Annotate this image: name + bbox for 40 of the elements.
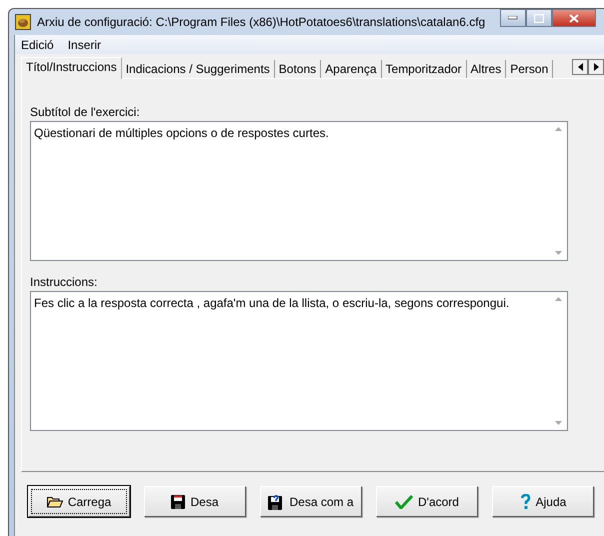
tab[interactable]: Indicacions / Suggeriments: [122, 60, 275, 78]
field-label: Subtítol de l'exercici:: [30, 105, 141, 119]
dialog-button[interactable]: Desa: [144, 486, 246, 517]
question-mark-icon: [520, 494, 531, 510]
maximize-icon: [534, 14, 544, 22]
text-area[interactable]: Qüestionari de múltiples opcions o de respostes curtes.: [30, 121, 568, 261]
checkmark-icon: [395, 494, 413, 508]
dialog-button[interactable]: D'acord: [376, 486, 478, 517]
minimize-icon: [508, 16, 518, 20]
text-value: Qüestionari de múltiples opcions o de respostes curtes.: [33, 125, 330, 142]
tab[interactable]: Aparença: [321, 60, 382, 78]
scroll-left-button[interactable]: [572, 59, 588, 75]
tab[interactable]: Títol/Instruccions: [21, 57, 122, 79]
right-triangle-icon: [594, 63, 598, 71]
tab[interactable]: Person: [506, 60, 554, 78]
dialog-button[interactable]: Desa com a: [260, 486, 362, 517]
dialog-button[interactable]: Carrega: [28, 486, 130, 517]
text-area[interactable]: Fes clic a la resposta correcta , agafa'm una de la llista, o escriu-la, segons correspongui.: [30, 291, 568, 431]
app-icon: [15, 14, 31, 30]
left-triangle-icon: [578, 63, 582, 71]
tab[interactable]: Temporitzador: [382, 60, 467, 78]
scroll-right-button[interactable]: [588, 59, 604, 75]
minimize-button[interactable]: [500, 9, 526, 27]
close-button[interactable]: [552, 9, 596, 27]
up-arrow-icon: [555, 297, 562, 301]
down-arrow-icon: [555, 421, 562, 425]
up-arrow-icon: [555, 127, 562, 131]
tab[interactable]: Altres: [466, 60, 506, 78]
dialog-button[interactable]: Ajuda: [492, 486, 594, 517]
text-value: Fes clic a la resposta correcta , agafa'm una de la llista, o escriu-la, segons correspongui.: [33, 295, 510, 312]
menu-item[interactable]: Inserir: [68, 38, 102, 52]
window-title: Arxiu de configuració: C:\Program Files (x86)\HotPotatoes6\translations\catalan6.cfg: [37, 15, 486, 29]
field-label: Instruccions:: [30, 275, 98, 289]
tab[interactable]: Botons: [274, 60, 322, 78]
folder-icon: [46, 496, 63, 508]
floppy-disk-question-icon: [268, 494, 284, 510]
close-icon: [569, 14, 579, 22]
maximize-button[interactable]: [526, 9, 552, 27]
menu-item[interactable]: Edició: [21, 38, 54, 52]
down-arrow-icon: [555, 251, 562, 255]
